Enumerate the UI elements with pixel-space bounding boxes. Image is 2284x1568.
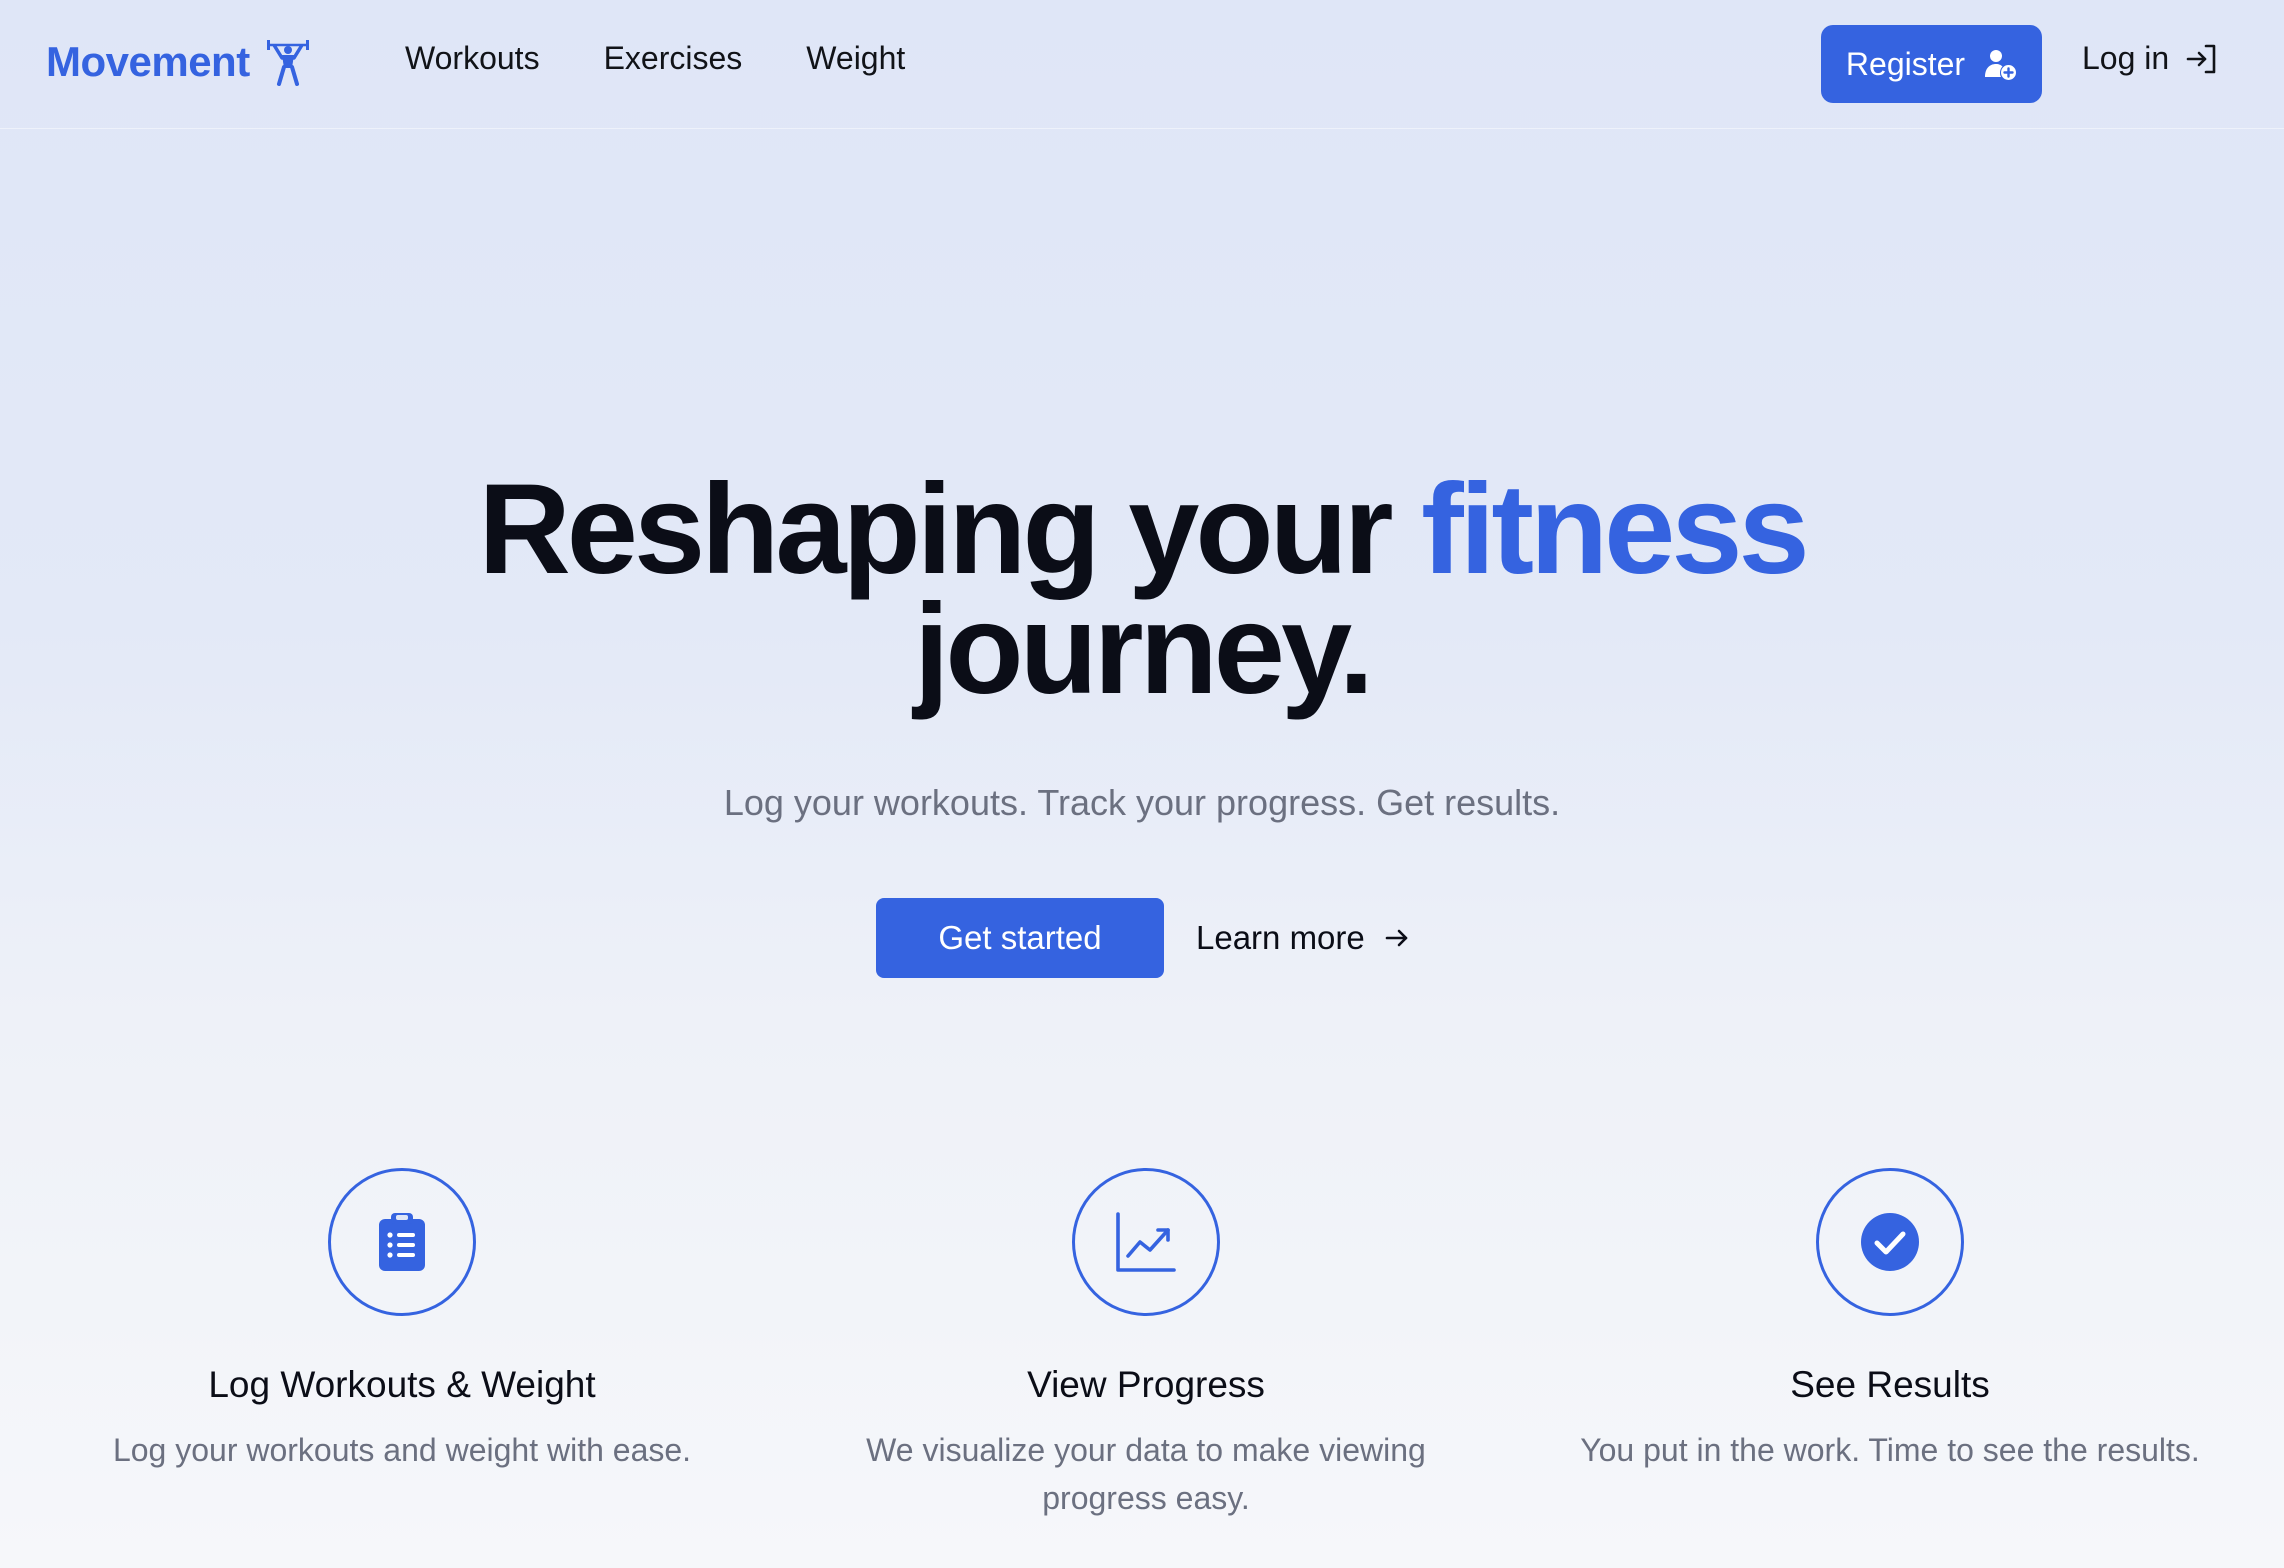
feature-icon-circle [1816,1168,1964,1316]
login-button[interactable]: Log in [2082,40,2219,77]
feature-description: Log your workouts and weight with ease. [112,1432,692,1468]
feature-see-results: See Results You put in the work. Time to… [1518,1168,2262,1474]
nav-item-weight[interactable]: Weight [806,40,905,77]
nav-item-workouts[interactable]: Workouts [405,40,540,77]
hero-title-accent: fitness [1421,458,1810,601]
hero-subtitle: Log your workouts. Track your progress. … [723,782,1561,823]
arrow-right-icon [1385,929,1408,947]
login-arrow-icon [2186,44,2216,73]
hero-cta-row: Get started Learn more [876,898,1411,978]
feature-icon-circle [328,1168,476,1316]
nav-item-exercises[interactable]: Exercises [604,40,743,77]
main-nav: Workouts Exercises Weight [405,40,905,77]
hero-title-part2: journey. [913,578,1374,721]
login-label: Log in [2082,40,2170,76]
user-plus-icon [1985,50,2017,80]
feature-title: See Results [1790,1364,1990,1405]
feature-icon-circle [1072,1168,1220,1316]
chart-trend-icon [1116,1212,1176,1272]
clipboard-list-icon [379,1213,425,1271]
learn-more-label: Learn more [1196,919,1365,956]
site-header: Movement Workouts Exercises Weight Regis… [0,0,2284,129]
learn-more-link[interactable]: Learn more [1196,919,1411,957]
feature-title: Log Workouts & Weight [208,1364,596,1405]
feature-view-progress: View Progress We visualize your data to … [774,1168,1518,1522]
get-started-button[interactable]: Get started [876,898,1164,978]
weightlifter-icon [266,40,309,86]
hero-title: Reshaping your fitness journey. [0,466,2284,714]
get-started-label: Get started [938,919,1102,956]
feature-title: View Progress [1027,1364,1265,1405]
register-label: Register [1845,45,1966,82]
register-button[interactable]: Register [1821,25,2042,103]
feature-description: We visualize your data to make viewing p… [866,1432,1426,1516]
check-circle-icon [1861,1213,1919,1271]
brand-logo[interactable]: Movement [46,38,312,86]
feature-log-workouts: Log Workouts & Weight Log your workouts … [30,1168,774,1474]
brand-name: Movement [46,38,250,85]
feature-description: You put in the work. Time to see the res… [1580,1432,2200,1468]
